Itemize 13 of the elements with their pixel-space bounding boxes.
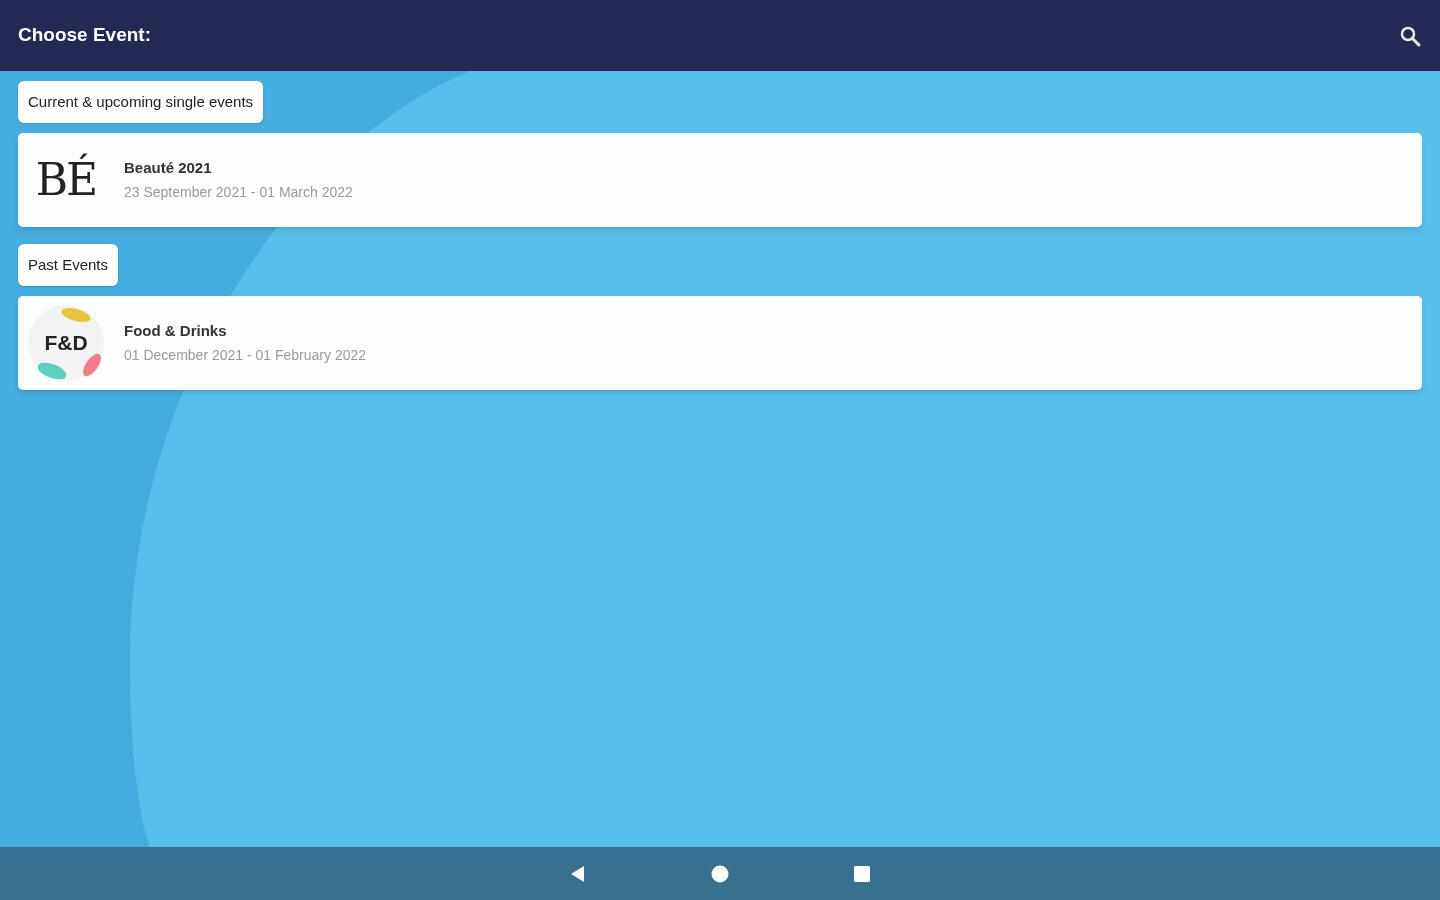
event-dates: 23 September 2021 - 01 March 2022 [124,183,353,203]
home-icon[interactable] [710,863,730,884]
event-name: Food & Drinks [124,320,228,341]
app-bar-title: Choose Event: [18,23,152,48]
section-label: Past Events [18,244,119,286]
recents-icon[interactable] [852,863,872,884]
event-logo: BÉ [35,152,97,207]
section-label: Current & upcoming single events [18,81,264,123]
event-name: Beauté 2021 [124,157,213,178]
event-card[interactable]: F&D Food & Drinks 01 December 2021 - 01 February 2022 [18,296,1422,390]
event-logo: F&D [44,330,88,357]
event-dates: 01 December 2021 - 01 February 2022 [124,346,367,366]
event-card[interactable]: BÉ Beauté 2021 23 September 2021 - 01 March 2022 [18,133,1422,227]
